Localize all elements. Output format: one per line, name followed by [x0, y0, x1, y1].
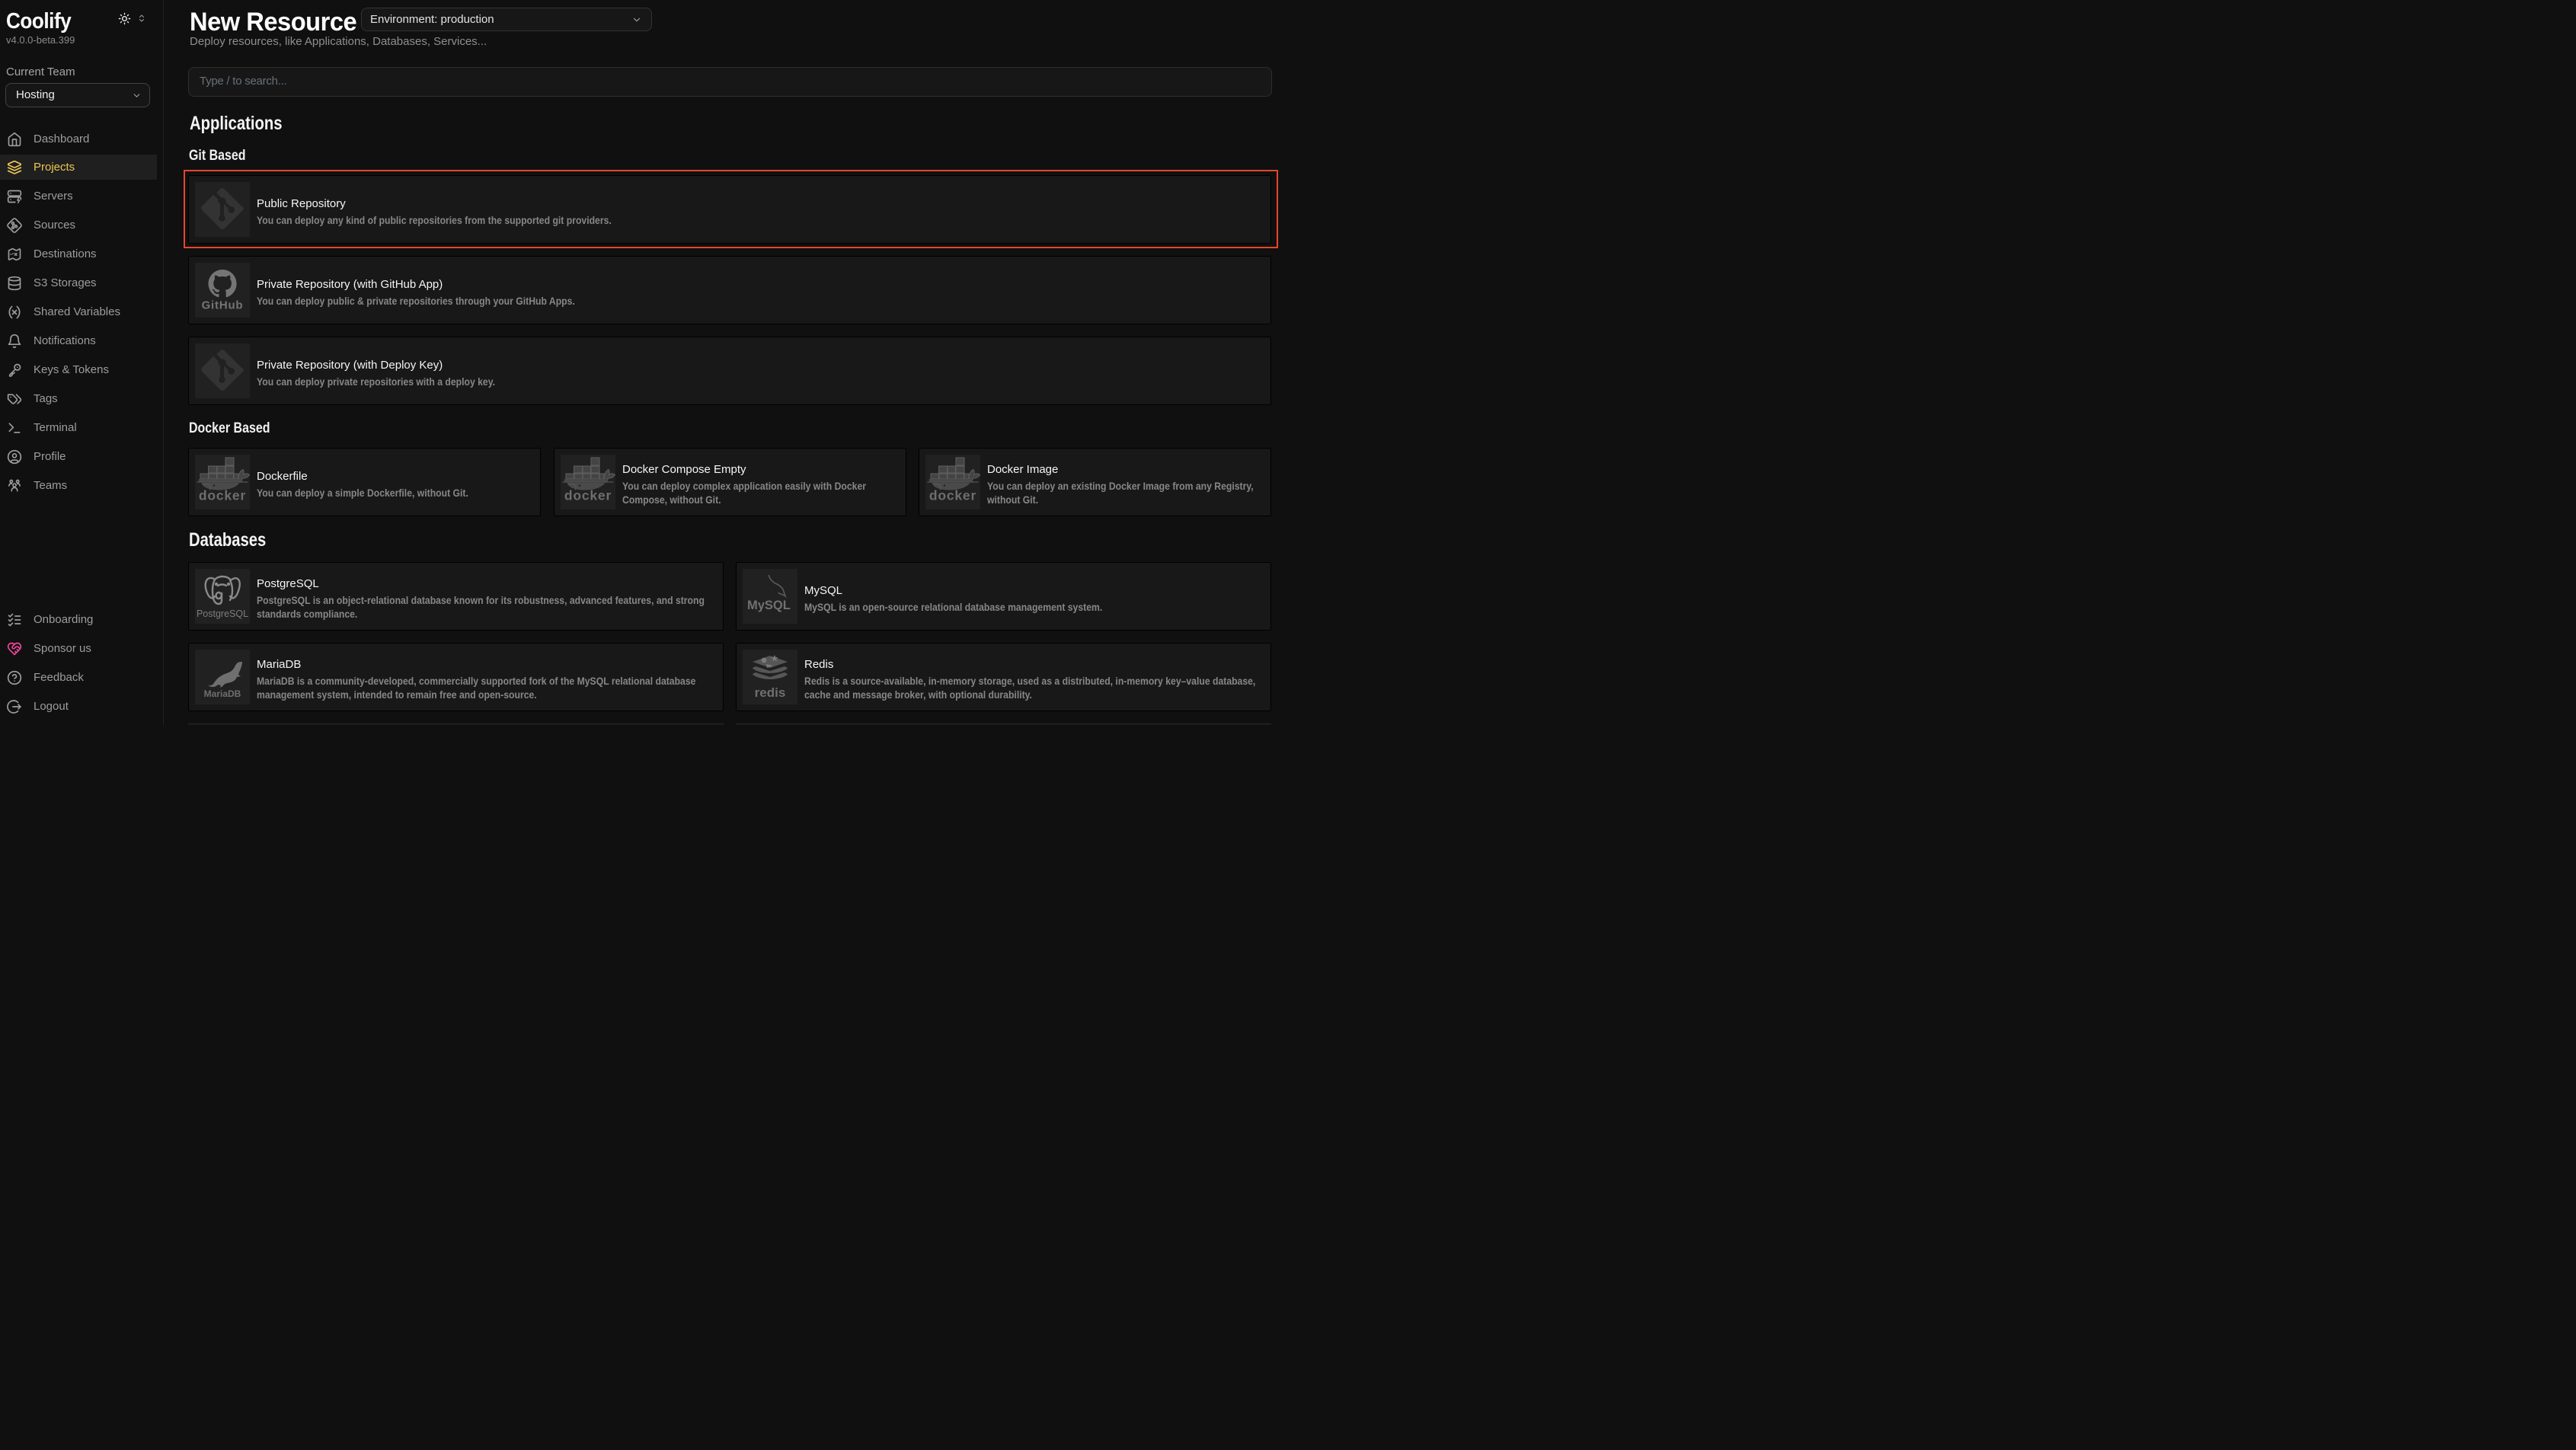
svg-text:docker: docker [929, 488, 976, 503]
svg-text:docker: docker [564, 488, 612, 503]
svg-text:PostgreSQL: PostgreSQL [197, 608, 248, 619]
svg-text:MariaDB: MariaDB [204, 688, 241, 699]
svg-text:MySQL: MySQL [747, 599, 791, 612]
svg-text:docker: docker [199, 488, 246, 503]
svg-text:GitHub: GitHub [202, 299, 244, 312]
svg-text:redis: redis [755, 685, 786, 700]
